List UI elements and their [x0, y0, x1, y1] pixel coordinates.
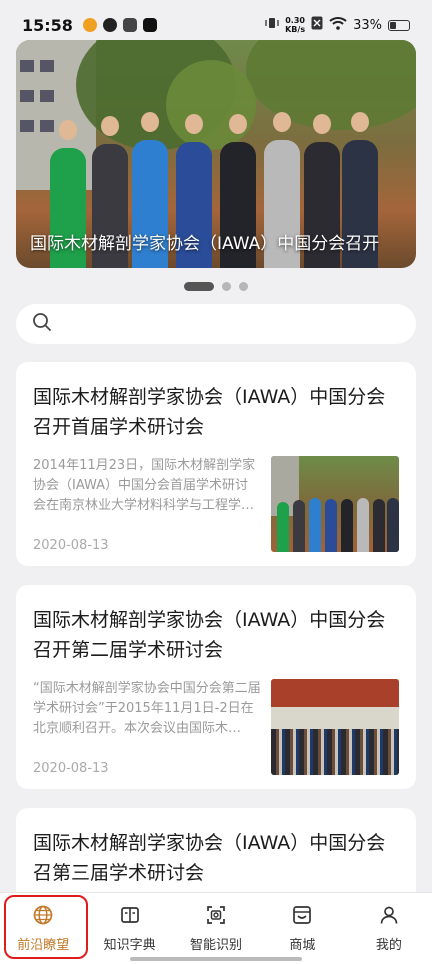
net-speed-value: 0.30 — [285, 16, 305, 25]
article-summary: “国际木材解剖学家协会中国分会第二届学术研讨会”于2015年11月1日-2日在北… — [33, 681, 261, 736]
battery-icon — [388, 19, 410, 31]
app-grid-icon — [122, 18, 137, 32]
nav-item-dictionary[interactable]: 知识字典 — [86, 893, 172, 964]
status-time: 15:58 — [22, 15, 73, 35]
battery-percent: 33% — [353, 17, 382, 33]
weibo-icon — [82, 18, 97, 32]
pager-dot-active[interactable] — [184, 282, 214, 291]
store-icon — [291, 904, 313, 934]
article-thumbnail[interactable] — [271, 679, 399, 775]
nav-label: 智能识别 — [190, 938, 243, 953]
net-speed: 0.30 KB/s — [285, 16, 305, 34]
article-thumbnail[interactable] — [271, 456, 399, 552]
nav-label: 商城 — [289, 938, 316, 953]
wifi-icon — [329, 16, 347, 34]
article-title[interactable]: 国际木材解剖学家协会（IAWA）中国分会召第三届学术研讨会 — [33, 828, 399, 888]
article-card[interactable]: 国际木材解剖学家协会（IAWA）中国分会召开第二届学术研讨会 “国际木材解剖学家… — [16, 585, 416, 789]
net-speed-unit: KB/s — [285, 25, 306, 34]
nav-label: 知识字典 — [103, 938, 156, 953]
search-bar[interactable] — [16, 304, 416, 344]
nav-item-profile[interactable]: 我的 — [346, 893, 432, 964]
app-swirl-icon — [102, 18, 117, 32]
article-date: 2020-08-13 — [33, 761, 109, 776]
status-left: 15:58 — [22, 16, 157, 35]
bottom-nav: 前沿瞭望 知识字典 智能识别 商城 我的 — [0, 892, 432, 964]
nav-item-recognition[interactable]: 智能识别 — [173, 893, 259, 964]
search-icon — [32, 312, 52, 336]
article-title[interactable]: 国际木材解剖学家协会（IAWA）中国分会召开第二届学术研讨会 — [33, 605, 399, 665]
article-body: “国际木材解剖学家协会中国分会第二届学术研讨会”于2015年11月1日-2日在北… — [33, 679, 399, 776]
article-text: “国际木材解剖学家协会中国分会第二届学术研讨会”于2015年11月1日-2日在北… — [33, 679, 271, 776]
status-right: 0.30 KB/s 33% — [265, 16, 410, 34]
book-icon — [119, 904, 141, 934]
scan-icon — [205, 904, 227, 934]
banner-carousel[interactable]: 国际木材解剖学家协会（IAWA）中国分会召开 — [16, 40, 416, 268]
search-input[interactable] — [62, 315, 416, 333]
banner-caption: 国际木材解剖学家协会（IAWA）中国分会召开 — [30, 234, 380, 254]
pager-dot[interactable] — [222, 282, 231, 291]
home-indicator[interactable] — [130, 957, 302, 961]
nav-label: 我的 — [375, 938, 402, 953]
article-card[interactable]: 国际木材解剖学家协会（IAWA）中国分会召开首届学术研讨会 2014年11月23… — [16, 362, 416, 566]
article-date: 2020-08-13 — [33, 538, 109, 553]
article-body: 2014年11月23日，国际木材解剖学家协会（IAWA）中国分会首届学术研讨会在… — [33, 456, 399, 553]
article-text: 2014年11月23日，国际木材解剖学家协会（IAWA）中国分会首届学术研讨会在… — [33, 456, 271, 553]
carousel-pager — [0, 282, 432, 291]
user-icon — [378, 904, 400, 934]
article-summary: 2014年11月23日，国际木材解剖学家协会（IAWA）中国分会首届学术研讨会在… — [33, 458, 256, 513]
battery-fill — [390, 21, 396, 29]
tiktok-icon — [142, 18, 157, 32]
nav-item-frontier[interactable]: 前沿瞭望 — [0, 893, 86, 964]
globe-icon — [32, 904, 54, 934]
sim-off-icon — [311, 16, 323, 34]
nav-item-store[interactable]: 商城 — [259, 893, 345, 964]
pager-dot[interactable] — [239, 282, 248, 291]
vibrate-icon — [265, 16, 279, 34]
article-title[interactable]: 国际木材解剖学家协会（IAWA）中国分会召开首届学术研讨会 — [33, 382, 399, 442]
nav-label: 前沿瞭望 — [17, 938, 70, 953]
